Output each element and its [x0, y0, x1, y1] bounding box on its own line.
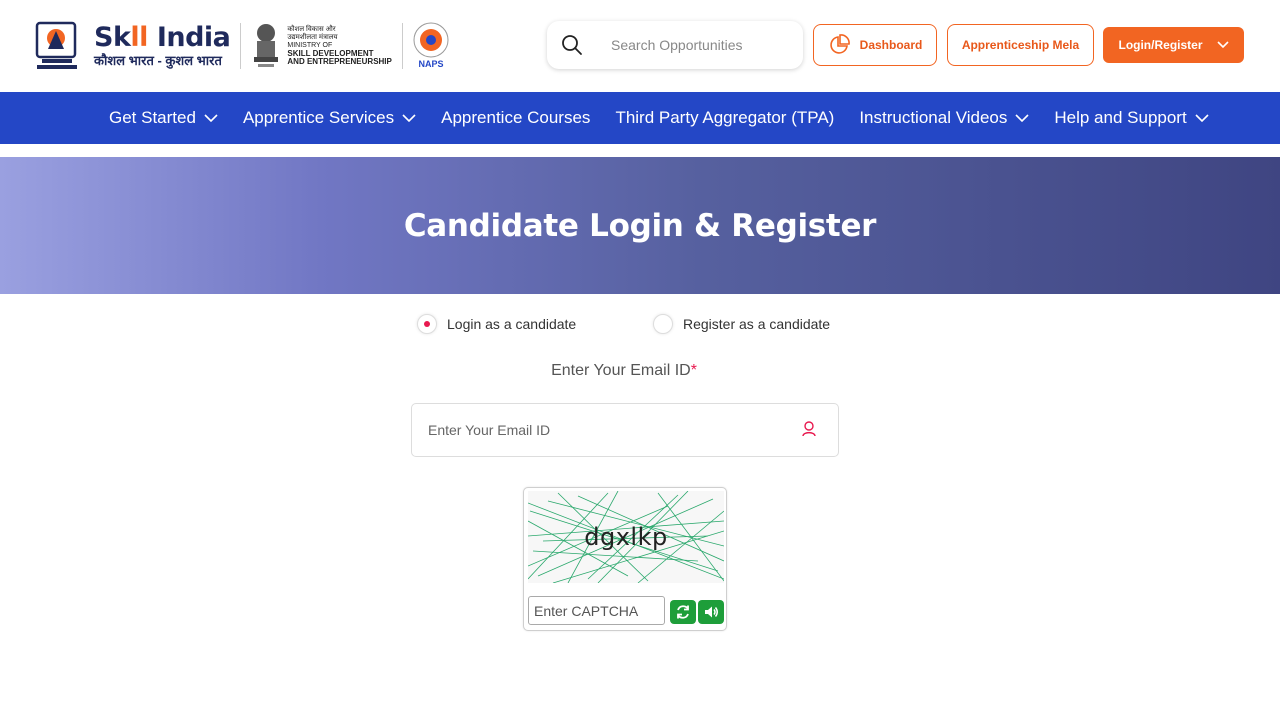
logo-group[interactable]: Skll India कौशल भारत - कुशल भारत कौशल वि…	[34, 18, 451, 74]
naps-label: NAPS	[418, 59, 443, 69]
refresh-icon	[677, 605, 689, 619]
brand-subtitle: कौशल भारत - कुशल भारत	[94, 53, 222, 68]
required-mark: *	[690, 362, 697, 379]
login-label: Login/Register	[1118, 38, 1203, 52]
nav-apprentice-services[interactable]: Apprentice Services	[243, 108, 416, 128]
dashboard-button[interactable]: Dashboard	[813, 24, 937, 66]
site-header: Skll India कौशल भारत - कुशल भारत कौशल वि…	[0, 0, 1280, 92]
ministry-text: कौशल विकास और उद्यमशीलता मंत्रालय MINIST…	[287, 26, 392, 66]
dashboard-label: Dashboard	[859, 38, 923, 52]
captcha-input[interactable]	[528, 596, 665, 625]
radio-login-label: Login as a candidate	[447, 316, 577, 332]
radio-button-selected[interactable]	[417, 314, 437, 334]
speaker-icon	[705, 606, 718, 618]
chevron-down-icon	[204, 114, 218, 122]
login-register-button[interactable]: Login/Register	[1103, 27, 1244, 63]
email-label: Enter Your Email ID*	[551, 362, 697, 379]
national-emblem-icon	[254, 24, 279, 67]
skill-india-logo-icon	[35, 21, 77, 69]
apprenticeship-mela-button[interactable]: Apprenticeship Mela	[947, 24, 1094, 66]
nav-third-party-aggregator[interactable]: Third Party Aggregator (TPA)	[615, 108, 834, 128]
search-box[interactable]	[547, 21, 803, 69]
nav-get-started[interactable]: Get Started	[109, 108, 218, 128]
chevron-down-icon	[1216, 41, 1229, 49]
captcha-audio-button[interactable]	[698, 600, 724, 624]
brand-title: Skll India	[94, 22, 231, 53]
search-input[interactable]	[611, 37, 791, 53]
captcha-text: dgxlkp	[584, 523, 668, 551]
page-banner: Candidate Login & Register	[0, 157, 1280, 294]
radio-button[interactable]	[653, 314, 673, 334]
pie-chart-icon	[829, 34, 850, 54]
page-title: Candidate Login & Register	[403, 207, 877, 244]
captcha-image: dgxlkp	[528, 491, 724, 583]
logo-divider	[240, 23, 242, 69]
naps-logo-icon: NAPS	[413, 22, 449, 69]
radio-login-candidate[interactable]: Login as a candidate	[417, 313, 576, 335]
chevron-down-icon	[1015, 114, 1029, 122]
nav-help-and-support[interactable]: Help and Support	[1054, 108, 1209, 128]
radio-register-candidate[interactable]: Register as a candidate	[653, 313, 830, 335]
captcha-refresh-button[interactable]	[670, 600, 696, 624]
mela-label: Apprenticeship Mela	[961, 38, 1080, 52]
main-nav: Get Started Apprentice Services Apprenti…	[0, 92, 1280, 144]
nav-apprentice-courses[interactable]: Apprentice Courses	[441, 108, 590, 128]
email-field[interactable]	[428, 422, 788, 438]
email-field-wrapper[interactable]	[411, 403, 839, 457]
user-icon	[802, 421, 816, 437]
chevron-down-icon	[402, 114, 416, 122]
skill-india-wordmark: Skll India कौशल भारत - कुशल भारत	[94, 22, 231, 69]
logo-divider-2	[401, 23, 403, 69]
search-icon	[562, 35, 582, 55]
radio-register-label: Register as a candidate	[683, 316, 831, 332]
chevron-down-icon	[1195, 114, 1209, 122]
nav-instructional-videos[interactable]: Instructional Videos	[859, 108, 1029, 128]
captcha-card: dgxlkp	[523, 487, 727, 631]
